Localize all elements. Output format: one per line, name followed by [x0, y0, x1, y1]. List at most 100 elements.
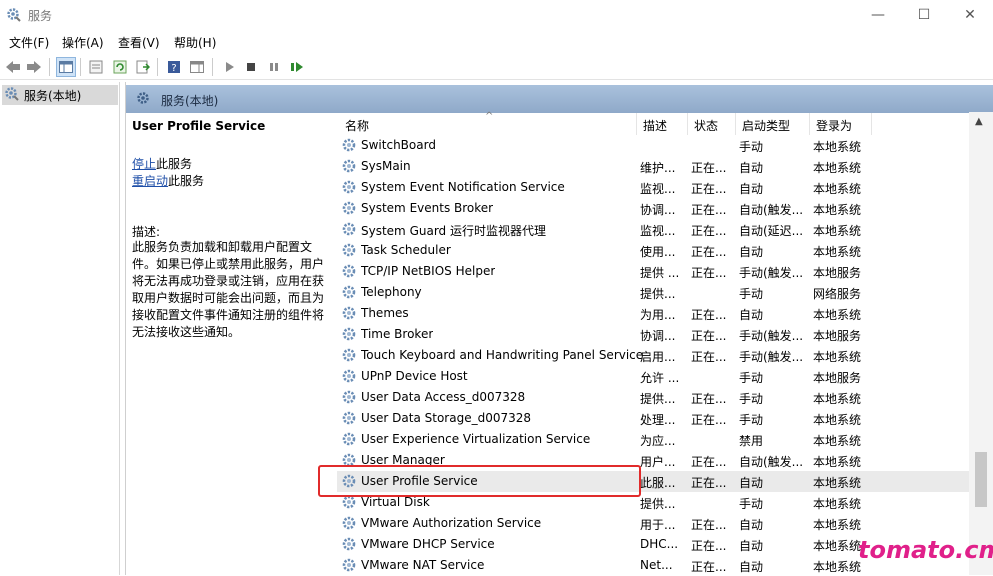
cell-desc: 为应... — [640, 434, 676, 448]
refresh-icon[interactable] — [110, 57, 130, 77]
service-gear-icon — [341, 200, 357, 216]
table-row[interactable]: VMware Authorization Service 用于... 正在... 自动… — [337, 513, 977, 534]
cell-desc: 提供... — [640, 497, 676, 511]
scroll-thumb[interactable] — [975, 452, 987, 507]
cell-logon: 本地系统 — [813, 350, 862, 364]
cell-logon: 本地系统 — [813, 434, 862, 448]
cell-status: 正在... — [691, 308, 727, 322]
description-text: 此服务负责加载和卸载用户配置文件。如果已停止或禁用此服务，用户将无法再成功登录或… — [132, 240, 325, 339]
start-service-icon[interactable] — [219, 57, 239, 77]
cell-startup: 自动 — [739, 518, 764, 532]
action-pane-icon[interactable] — [187, 57, 207, 77]
cell-startup: 手动 — [739, 392, 764, 406]
cell-desc: 使用... — [640, 245, 676, 259]
table-row[interactable]: Task Scheduler 使用... 正在... 自动 本地系统 — [337, 240, 977, 261]
menu-file[interactable]: 文件(F) — [9, 34, 49, 51]
service-gear-icon — [341, 515, 357, 531]
stop-service-icon[interactable] — [241, 57, 261, 77]
table-row[interactable]: System Events Broker 协调... 正在... 自动(触发... 本地… — [337, 198, 977, 219]
cell-status: 正在... — [691, 350, 727, 364]
cell-desc: 提供... — [640, 392, 676, 406]
table-row[interactable]: System Guard 运行时监视器代理 监视... 正在... 自动(延迟... 本… — [337, 219, 977, 240]
stop-service-suffix: 此服务 — [156, 157, 193, 171]
forward-arrow-icon[interactable] — [24, 57, 44, 77]
svg-text:?: ? — [171, 63, 176, 74]
cell-startup: 自动 — [739, 245, 764, 259]
table-row[interactable]: UPnP Device Host 允许 ... 手动 本地服务 — [337, 366, 977, 387]
service-gear-icon — [341, 389, 357, 405]
scroll-up-icon[interactable]: ▲ — [975, 116, 983, 127]
cell-status: 正在... — [691, 392, 727, 406]
cell-logon: 本地系统 — [813, 182, 862, 196]
cell-desc: 监视... — [640, 182, 676, 196]
column-header-status[interactable]: 状态 — [688, 113, 736, 135]
services-gear-icon — [6, 7, 22, 23]
restart-service-icon[interactable] — [287, 57, 307, 77]
cell-startup: 手动 — [739, 497, 764, 511]
column-header-name[interactable]: 名称 ^ — [337, 111, 637, 135]
vertical-scrollbar[interactable]: ▲ — [969, 112, 993, 575]
service-gear-icon — [341, 179, 357, 195]
column-header-startup[interactable]: 启动类型 — [736, 113, 810, 135]
description-pane: User Profile Service 停止此服务 重启动此服务 描述: 此服… — [126, 113, 331, 575]
table-row[interactable]: Touch Keyboard and Handwriting Panel Ser… — [337, 345, 977, 366]
cell-desc: 监视... — [640, 224, 676, 238]
tree-item-label: 服务(本地) — [24, 88, 82, 103]
menu-view[interactable]: 查看(V) — [118, 34, 160, 51]
table-row[interactable]: SysMain 维护... 正在... 自动 本地系统 — [337, 156, 977, 177]
table-row[interactable]: Time Broker 协调... 正在... 手动(触发... 本地服务 — [337, 324, 977, 345]
pause-service-icon[interactable] — [264, 57, 284, 77]
maximize-button[interactable]: ☐ — [901, 0, 947, 30]
cell-name: VMware DHCP Service — [361, 537, 495, 551]
cell-name: UPnP Device Host — [361, 369, 468, 383]
menu-action[interactable]: 操作(A) — [62, 34, 104, 51]
table-row[interactable]: Telephony 提供... 手动 网络服务 — [337, 282, 977, 303]
services-list: 名称 ^ 描述 状态 启动类型 登录为 SwitchBoard 手动 本地系统 Sys… — [337, 111, 977, 575]
cell-name: Task Scheduler — [361, 243, 451, 257]
cell-desc: 启用... — [640, 350, 676, 364]
table-row[interactable]: User Data Access_d007328 提供... 正在... 手动 本地系统 — [337, 387, 977, 408]
table-row[interactable]: User Experience Virtualization Service 为应… — [337, 429, 977, 450]
sort-up-icon: ^ — [485, 111, 494, 122]
console-tree-icon[interactable] — [56, 57, 76, 77]
table-row[interactable]: Themes 为用... 正在... 自动 本地系统 — [337, 303, 977, 324]
tree-item-services-local[interactable]: 服务(本地) — [2, 85, 118, 105]
services-gear-icon — [136, 91, 152, 110]
column-header-logon[interactable]: 登录为 — [810, 113, 872, 135]
stop-service-link[interactable]: 停止 — [132, 157, 156, 171]
service-gear-icon — [341, 431, 357, 447]
cell-status: 正在... — [691, 455, 727, 469]
back-arrow-icon[interactable] — [3, 57, 23, 77]
help-icon[interactable]: ? — [164, 57, 184, 77]
cell-desc: 协调... — [640, 329, 676, 343]
cell-desc: 提供... — [640, 287, 676, 301]
menu-help[interactable]: 帮助(H) — [174, 34, 216, 51]
cell-startup: 自动(延迟... — [739, 224, 804, 238]
properties-icon[interactable] — [86, 57, 106, 77]
cell-status: 正在... — [691, 266, 727, 280]
cell-logon: 本地服务 — [813, 266, 862, 280]
minimize-button[interactable]: — — [855, 0, 901, 30]
table-row[interactable]: User Data Storage_d007328 处理... 正在... 手动 本地系… — [337, 408, 977, 429]
cell-desc: 用户... — [640, 455, 676, 469]
restart-service-link[interactable]: 重启动 — [132, 174, 168, 188]
table-row[interactable]: SwitchBoard 手动 本地系统 — [337, 135, 977, 156]
table-row[interactable]: TCP/IP NetBIOS Helper 提供 ... 正在... 手动(触发...… — [337, 261, 977, 282]
export-list-icon[interactable] — [133, 57, 153, 77]
cell-startup: 自动(触发... — [739, 455, 804, 469]
column-header-desc[interactable]: 描述 — [637, 113, 688, 135]
cell-status: 正在... — [691, 203, 727, 217]
cell-logon: 本地系统 — [813, 224, 862, 238]
window-title: 服务 — [28, 9, 53, 23]
table-row[interactable]: System Event Notification Service 监视... 正在… — [337, 177, 977, 198]
cell-desc: Net... — [640, 558, 673, 572]
restart-service-row: 重启动此服务 — [132, 172, 204, 189]
console-tree: 服务(本地) — [0, 82, 120, 575]
cell-name: System Guard 运行时监视器代理 — [361, 224, 546, 238]
restart-service-suffix: 此服务 — [168, 174, 205, 188]
cell-name: User Data Storage_d007328 — [361, 411, 532, 425]
services-panel: 服务(本地) User Profile Service 停止此服务 重启动此服务… — [125, 82, 993, 575]
service-gear-icon — [341, 368, 357, 384]
cell-desc: 维护... — [640, 161, 676, 175]
close-button[interactable]: ✕ — [947, 0, 993, 30]
